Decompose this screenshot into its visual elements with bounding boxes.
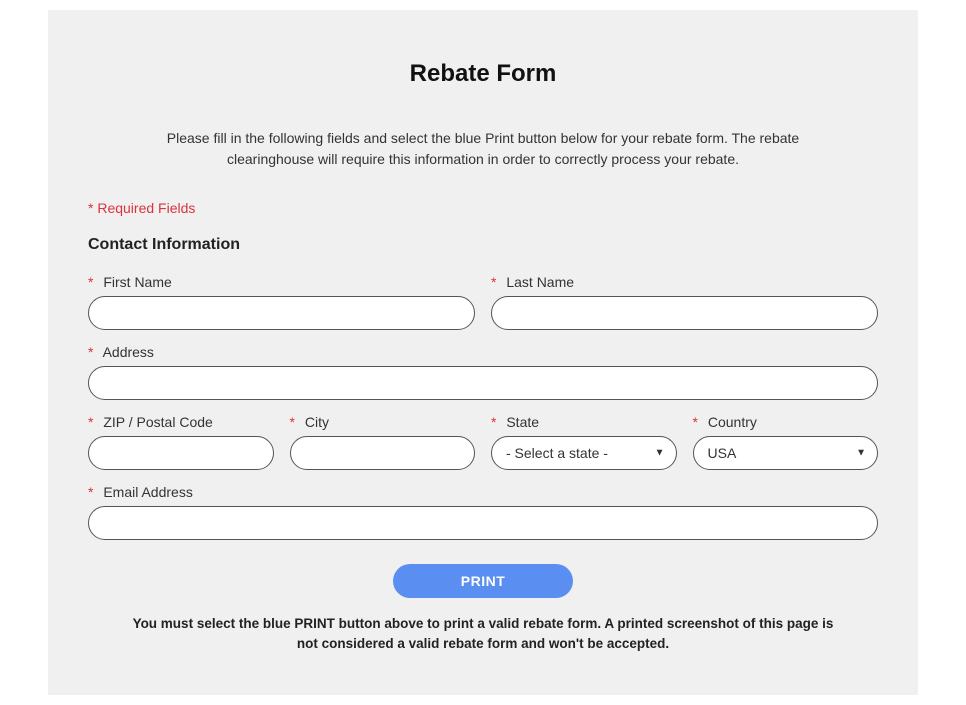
field-zip: * ZIP / Postal Code (88, 414, 274, 470)
state-select[interactable]: - Select a state - (491, 436, 677, 470)
required-asterisk: * (290, 414, 295, 430)
required-asterisk: * (491, 414, 496, 430)
required-fields-note: * Required Fields (88, 200, 878, 216)
label-email: * Email Address (88, 484, 878, 500)
label-last-name: * Last Name (491, 274, 878, 290)
field-first-name: * First Name (88, 274, 475, 330)
required-asterisk: * (491, 274, 496, 290)
required-asterisk: * (88, 274, 93, 290)
address-input[interactable] (88, 366, 878, 400)
required-asterisk: * (88, 414, 93, 430)
field-email: * Email Address (88, 484, 878, 540)
email-input[interactable] (88, 506, 878, 540)
print-button[interactable]: PRINT (393, 564, 573, 598)
last-name-input[interactable] (491, 296, 878, 330)
label-text: City (305, 414, 329, 430)
page-title: Rebate Form (88, 60, 878, 88)
field-city: * City (290, 414, 476, 470)
label-text: Address (103, 344, 154, 360)
row-name: * First Name * Last Name (88, 274, 878, 330)
label-text: Email Address (103, 484, 192, 500)
required-asterisk: * (693, 414, 698, 430)
section-title: Contact Information (88, 236, 878, 254)
field-address: * Address (88, 344, 878, 400)
state-select-wrap: - Select a state - ▼ (491, 436, 677, 470)
country-select[interactable]: USA (693, 436, 879, 470)
row-address: * Address (88, 344, 878, 400)
label-text: First Name (103, 274, 171, 290)
label-zip: * ZIP / Postal Code (88, 414, 274, 430)
first-name-input[interactable] (88, 296, 475, 330)
required-asterisk: * (88, 484, 93, 500)
label-country: * Country (693, 414, 879, 430)
instructions-text: Please fill in the following fields and … (163, 128, 803, 170)
label-text: Country (708, 414, 757, 430)
disclaimer-text: You must select the blue PRINT button ab… (123, 614, 843, 655)
label-text: ZIP / Postal Code (103, 414, 212, 430)
label-address: * Address (88, 344, 878, 360)
label-city: * City (290, 414, 476, 430)
field-state: * State - Select a state - ▼ (491, 414, 677, 470)
label-text: State (506, 414, 539, 430)
label-text: Last Name (506, 274, 574, 290)
field-country: * Country USA ▼ (693, 414, 879, 470)
field-last-name: * Last Name (491, 274, 878, 330)
row-location: * ZIP / Postal Code * City * State - Sel… (88, 414, 878, 470)
row-email: * Email Address (88, 484, 878, 540)
label-state: * State (491, 414, 677, 430)
city-input[interactable] (290, 436, 476, 470)
form-container: Rebate Form Please fill in the following… (48, 10, 918, 695)
country-select-wrap: USA ▼ (693, 436, 879, 470)
label-first-name: * First Name (88, 274, 475, 290)
zip-input[interactable] (88, 436, 274, 470)
required-asterisk: * (88, 344, 93, 360)
